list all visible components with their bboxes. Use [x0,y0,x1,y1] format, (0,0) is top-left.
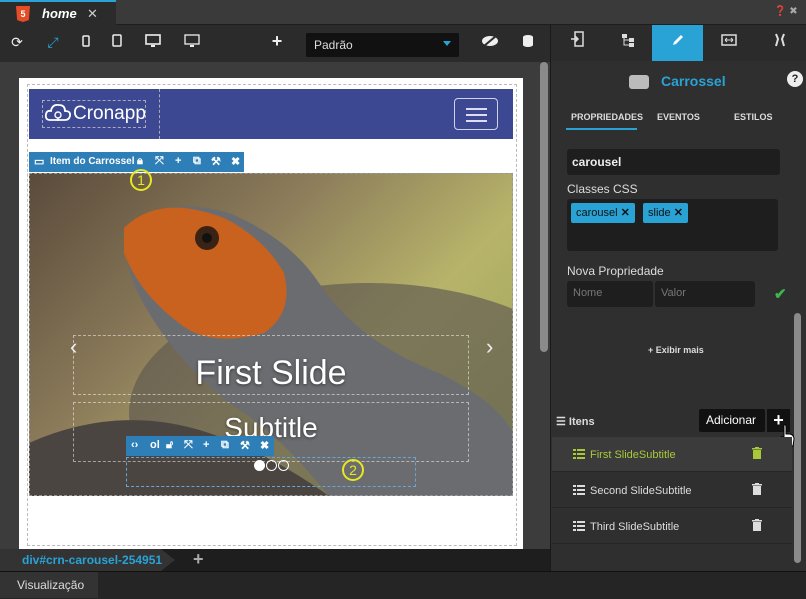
carousel-indicator[interactable] [254,460,265,471]
chip-label: slide [648,207,671,219]
visibility-icon[interactable] [480,34,500,50]
cloud-logo-icon [44,102,72,124]
breadcrumb-add-button[interactable]: + [193,549,204,570]
window-buttons[interactable]: ❓ ✖ [774,6,798,17]
copy-icon[interactable]: ⧉ [221,439,229,452]
delete-icon[interactable]: ✖ [231,155,240,168]
tab-edit-icon[interactable] [652,25,703,61]
desktop-view-icon[interactable] [143,34,163,51]
slide-title[interactable]: First Slide [73,354,469,393]
navbar-divider [159,89,160,139]
tab-import-icon[interactable] [551,25,602,61]
tab-bar [0,0,806,25]
annotation-marker-1: 1 [130,169,152,191]
component-id-input[interactable]: carousel [567,149,780,175]
show-more-link[interactable]: + Exibir mais [648,345,704,355]
chevron-down-icon[interactable] [443,41,451,46]
chip-remove-icon[interactable]: ✕ [674,207,683,219]
add-icon[interactable]: + [175,155,181,167]
css-classes-label: Classes CSS [567,182,638,196]
css-class-chip[interactable]: slide ✕ [643,203,688,223]
component-title: Carrossel [661,73,726,89]
chip-remove-icon[interactable]: ✕ [621,207,630,219]
add-component-icon[interactable]: + [267,31,287,52]
tab-close-icon[interactable]: ✕ [87,6,98,22]
items-label: ☰ Itens [556,415,595,428]
tab-estilos[interactable]: ESTILOS [734,112,773,122]
move-icon[interactable]: ⤧ [184,439,193,452]
property-value-input[interactable]: Valor [655,281,755,307]
add-tooltip: Adicionar [699,409,765,432]
trash-icon[interactable] [752,519,762,531]
tab-title: home [42,6,77,21]
refresh-icon[interactable]: ⟳ [7,34,27,51]
tab-hierarchy-icon[interactable] [602,25,653,61]
theme-select[interactable]: Padrão [306,33,459,57]
active-subtab-indicator [566,128,637,130]
trash-icon[interactable] [752,447,762,459]
list-item-label: Third SlideSubtitle [590,521,680,533]
phone-view-icon[interactable] [76,34,96,50]
tab-visualizacao[interactable]: Visualização [0,572,98,598]
component-icon: ▭ [34,156,45,168]
hamburger-menu-button[interactable] [454,98,498,130]
carousel-indicator[interactable] [266,460,277,471]
carousel-next-arrow[interactable]: › [486,334,493,360]
carousel-icon [629,75,649,89]
css-class-chip[interactable]: carousel ✕ [571,203,635,223]
tab-eventos[interactable]: EVENTOS [657,112,700,122]
property-name-input[interactable]: Nome [567,281,653,307]
tab-home[interactable]: 5 home ✕ [0,0,116,25]
bottom-bar [0,571,806,599]
magic-wand-icon[interactable]: ⚒ [240,439,250,452]
database-icon[interactable] [518,34,538,50]
confirm-check-icon[interactable]: ✔ [774,285,787,303]
list-item-label: Second SlideSubtitle [590,485,692,497]
tab-tools-icon[interactable] [754,25,805,61]
tab-propriedades[interactable]: PROPRIEDADES [571,112,643,122]
magic-wand-icon[interactable]: ⚒ [211,155,221,168]
carousel-prev-arrow[interactable]: ‹ [70,334,77,360]
trash-icon[interactable] [752,483,762,495]
items-label-text: Itens [568,416,595,428]
help-icon[interactable]: ? [787,71,803,87]
list-icon [573,449,585,459]
delete-icon[interactable]: ✖ [260,439,269,452]
monitor-view-icon[interactable] [182,34,202,51]
list-item-label: First SlideSubtitle [590,449,676,461]
tab-resize-icon[interactable] [703,25,754,61]
list-icon [573,521,585,531]
new-property-label: Nova Propriedade [567,264,664,278]
designer-toolbar: ⟳ ⤢ + [0,26,550,62]
html5-icon: 5 [16,6,30,22]
tablet-view-icon[interactable] [107,34,127,50]
annotation-marker-2: 2 [342,459,364,481]
list-item[interactable]: Third SlideSubtitle [552,509,792,544]
move-icon[interactable]: ⤧ [155,155,164,168]
unlock-icon[interactable]: 🔓︎ [166,439,173,452]
fullscreen-icon[interactable]: ⤢ [43,34,63,51]
lock-icon[interactable]: 🔒︎ [137,155,143,168]
copy-icon[interactable]: ⧉ [193,155,201,168]
indicators-selection-bar: ‹› ol 🔓︎ ⤧ + ⧉ ⚒ ✖ [126,436,274,456]
list-item[interactable]: First SlideSubtitle [552,437,792,472]
add-icon[interactable]: + [203,439,209,451]
breadcrumb[interactable]: div#crn-carousel-254951 [0,549,175,571]
list-item[interactable]: Second SlideSubtitle [552,473,792,508]
selection-label: ol [150,439,160,451]
list-icon: ☰ [556,416,569,428]
selection-label: Item do Carrossel [50,156,135,167]
carousel-indicator[interactable] [278,460,289,471]
list-icon [573,485,585,495]
code-icon: ‹› [131,439,139,451]
chip-label: carousel [576,207,618,219]
canvas-scrollbar[interactable] [540,62,548,352]
